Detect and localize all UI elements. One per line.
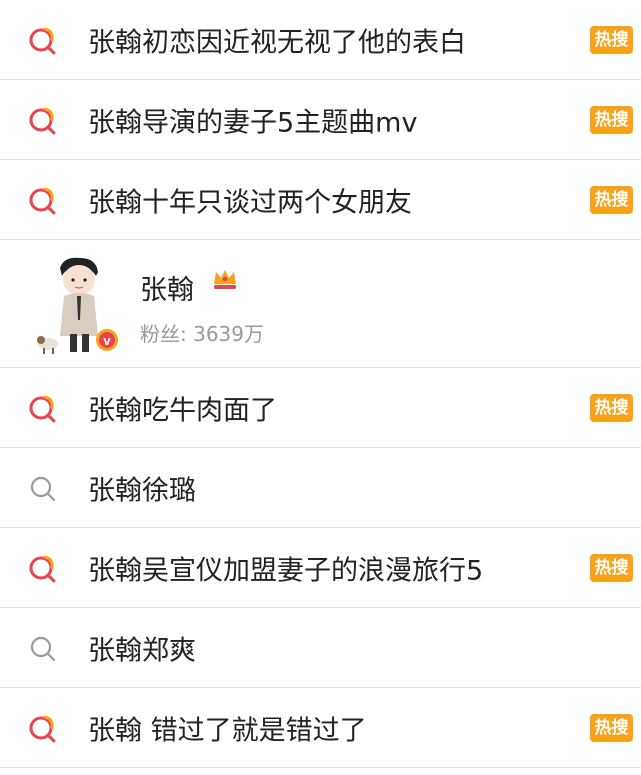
verified-badge: v: [103, 333, 111, 348]
fans-value: 3639万: [193, 322, 265, 346]
suggestion-text: 张翰十年只谈过两个女朋友: [88, 187, 412, 218]
hot-search-icon: [29, 187, 56, 214]
hot-badge: 热搜: [590, 185, 633, 214]
hot-search-icon: [29, 27, 56, 54]
search-suggestion-list: 张翰初恋因近视无视了他的表白 热搜 张翰导演的妻子5主题曲mv 热搜 张翰十年只…: [0, 0, 641, 768]
hot-search-icon: [29, 107, 56, 134]
hot-badge: 热搜: [590, 393, 633, 422]
hot-badge: 热搜: [590, 25, 633, 54]
suggestion-item[interactable]: 张翰郑爽: [0, 608, 641, 688]
hot-badge: 热搜: [590, 713, 633, 742]
hot-search-icon: [29, 715, 56, 742]
suggestion-text: 张翰吴宣仪加盟妻子的浪漫旅行5: [88, 555, 484, 586]
search-icon: [30, 636, 56, 661]
suggestion-item[interactable]: 张翰 错过了就是错过了 热搜: [0, 688, 641, 768]
suggestion-text: 张翰 错过了就是错过了: [88, 715, 367, 746]
suggestion-item[interactable]: 张翰吴宣仪加盟妻子的浪漫旅行5 热搜: [0, 528, 641, 608]
suggestion-text: 张翰徐璐: [88, 475, 196, 506]
suggestion-text: 张翰导演的妻子5主题曲mv: [88, 107, 418, 138]
avatar: v: [37, 257, 118, 354]
fans-count: 粉丝: 3639万: [140, 318, 264, 347]
search-icon: [30, 476, 56, 501]
suggestion-item[interactable]: 张翰导演的妻子5主题曲mv 热搜: [0, 80, 641, 160]
crown-icon: [214, 270, 236, 289]
suggestion-text: 张翰初恋因近视无视了他的表白: [88, 27, 466, 58]
hot-search-icon: [29, 555, 56, 582]
fans-label: 粉丝:: [140, 322, 187, 346]
suggestion-item[interactable]: 张翰十年只谈过两个女朋友 热搜: [0, 160, 641, 240]
hot-badge: 热搜: [590, 105, 633, 134]
suggestion-text: 张翰郑爽: [88, 635, 196, 666]
suggestion-item[interactable]: 张翰初恋因近视无视了他的表白 热搜: [0, 0, 641, 80]
user-result[interactable]: v 张翰 粉丝: 3639万: [0, 240, 641, 368]
hot-badge: 热搜: [590, 553, 633, 582]
hot-search-icon: [29, 395, 56, 422]
user-name: 张翰: [140, 275, 194, 306]
suggestion-item[interactable]: 张翰吃牛肉面了 热搜: [0, 368, 641, 448]
suggestion-text: 张翰吃牛肉面了: [88, 395, 277, 426]
suggestion-item[interactable]: 张翰徐璐: [0, 448, 641, 528]
